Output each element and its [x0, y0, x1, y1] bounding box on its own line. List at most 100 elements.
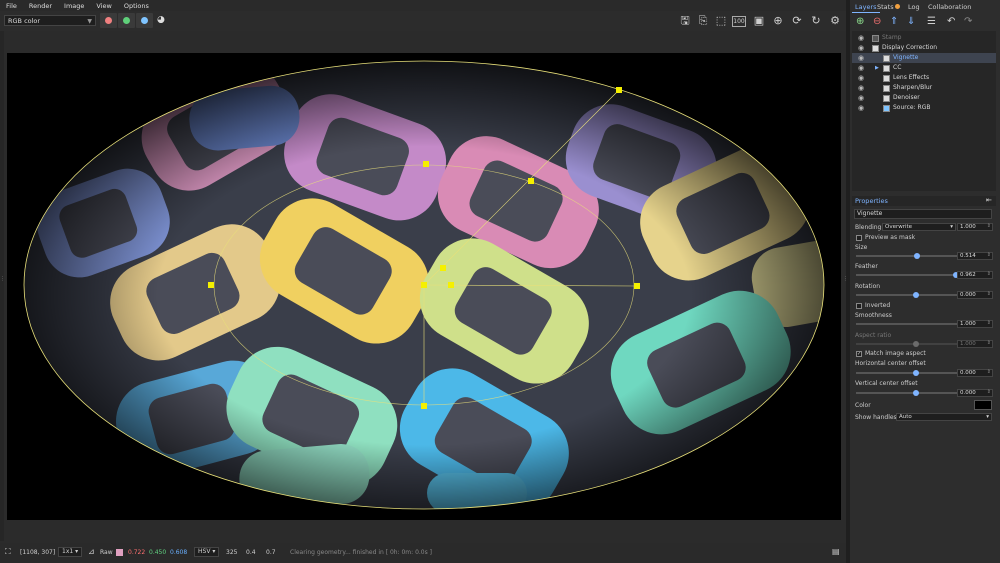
- voffset-field[interactable]: 0.000 ⇕: [957, 389, 993, 397]
- handles-select[interactable]: Auto ▾: [896, 413, 992, 421]
- fit-view-icon[interactable]: ⬚: [714, 14, 728, 28]
- layer-label: Source: RGB: [893, 104, 931, 111]
- feather-field[interactable]: 0.962 ⇕: [957, 271, 993, 279]
- inverted-checkbox[interactable]: [856, 303, 862, 309]
- slider-knob[interactable]: [913, 292, 919, 298]
- pin-icon[interactable]: ⇤: [986, 196, 992, 204]
- rotation-field[interactable]: 0.000 ⇕: [957, 291, 993, 299]
- slider-knob[interactable]: [913, 390, 919, 396]
- layer-row[interactable]: ◉ Display Correction: [852, 43, 996, 53]
- menu-image[interactable]: Image: [58, 2, 90, 10]
- handles-value: Auto: [899, 414, 912, 420]
- slider-knob[interactable]: [914, 253, 921, 259]
- menu-render[interactable]: Render: [23, 2, 58, 10]
- red-channel-button[interactable]: [100, 13, 117, 28]
- save-icon[interactable]: 🖫: [678, 14, 692, 28]
- add-layer-icon[interactable]: ⊕: [856, 16, 864, 27]
- spin-icon[interactable]: ⇕: [987, 271, 991, 277]
- layer-label: Vignette: [893, 54, 919, 61]
- match-aspect-label: Match image aspect: [865, 350, 926, 357]
- menu-view[interactable]: View: [90, 2, 117, 10]
- spin-icon[interactable]: ⇕: [987, 223, 991, 229]
- green-channel-button[interactable]: [118, 13, 135, 28]
- size-field[interactable]: 0.514 ⇕: [957, 252, 993, 260]
- aspect-field[interactable]: 1.000 ⇕: [957, 340, 993, 348]
- menu-options[interactable]: Options: [118, 2, 155, 10]
- spin-icon[interactable]: ⇕: [987, 389, 991, 395]
- smoothness-field[interactable]: 1.000 ⇕: [957, 320, 993, 328]
- hoffset-label: Horizontal center offset: [855, 360, 926, 367]
- layer-row[interactable]: ◉ Vignette: [852, 53, 996, 63]
- layer-row[interactable]: ◉ Denoiser: [852, 93, 996, 103]
- scale-select[interactable]: 1x1 ▾: [58, 547, 83, 557]
- blending-amount-field[interactable]: 1.000 ⇕: [957, 223, 993, 231]
- pick-icon[interactable]: ⛶: [5, 547, 11, 557]
- smoothness-label: Smoothness: [855, 312, 892, 319]
- panel-toggle-icon[interactable]: ▤: [832, 547, 840, 556]
- layer-label: Denoiser: [893, 94, 920, 101]
- eye-icon[interactable]: ◉: [858, 53, 864, 63]
- left-dock-grip-icon[interactable]: ⋮: [0, 276, 5, 282]
- move-down-icon[interactable]: ⇓: [907, 16, 915, 27]
- spin-icon[interactable]: ⇕: [987, 291, 991, 297]
- layer-label: Sharpen/Blur: [893, 84, 933, 91]
- layer-list-icon[interactable]: ☰: [927, 16, 936, 27]
- layer-name-field[interactable]: Vignette: [854, 209, 992, 219]
- eye-icon[interactable]: ◉: [858, 83, 864, 93]
- tab-stats[interactable]: Stats: [874, 2, 897, 12]
- aspect-value: 1.000: [960, 341, 976, 347]
- cursor-coords: [1108, 307]: [20, 549, 56, 556]
- move-up-icon[interactable]: ⇑: [890, 16, 898, 27]
- value-value: 0.7: [266, 549, 276, 556]
- zoom-100-icon[interactable]: 100: [732, 16, 746, 27]
- menu-file[interactable]: File: [0, 2, 23, 10]
- layer-row[interactable]: ◉ Sharpen/Blur: [852, 83, 996, 93]
- eye-icon[interactable]: ◉: [858, 93, 864, 103]
- slider-knob[interactable]: [913, 370, 919, 376]
- color-mode-select[interactable]: RGB color ▼: [4, 15, 96, 26]
- spin-icon[interactable]: ⇕: [987, 252, 991, 258]
- match-aspect-checkbox[interactable]: ✓: [856, 351, 862, 357]
- undo-icon[interactable]: ↶: [947, 16, 955, 27]
- eye-icon[interactable]: ◉: [858, 43, 864, 53]
- redo-icon[interactable]: ↷: [964, 16, 972, 27]
- spin-icon[interactable]: ⇕: [987, 340, 991, 346]
- refresh-icon[interactable]: ↻: [809, 14, 823, 28]
- source-icon: [883, 105, 890, 112]
- tab-log[interactable]: Log: [905, 2, 923, 12]
- spin-icon[interactable]: ⇕: [987, 320, 991, 326]
- layer-row[interactable]: ◉ Lens Effects: [852, 73, 996, 83]
- tab-collaboration[interactable]: Collaboration: [925, 2, 974, 12]
- eye-icon[interactable]: ◉: [858, 63, 864, 73]
- settings-icon[interactable]: ⚙: [828, 14, 842, 28]
- render-canvas[interactable]: [7, 53, 841, 520]
- eye-icon[interactable]: ◉: [858, 103, 864, 113]
- zoom-to-fit-icon[interactable]: ▣: [752, 14, 766, 28]
- color-picker-icon[interactable]: ◕: [157, 15, 167, 25]
- voffset-label: Vertical center offset: [855, 380, 918, 387]
- size-label: Size: [855, 244, 868, 251]
- chevron-down-icon: ▼: [87, 18, 92, 25]
- vignette-layer-icon: [883, 55, 890, 62]
- export-icon[interactable]: ⎘: [696, 14, 710, 28]
- eye-icon[interactable]: ◉: [858, 73, 864, 83]
- preview-mask-checkbox[interactable]: [856, 235, 862, 241]
- expand-arrow-icon[interactable]: ▶: [875, 63, 879, 73]
- feather-label: Feather: [855, 263, 878, 270]
- slider-knob[interactable]: [913, 341, 919, 347]
- zoom-in-icon[interactable]: ⊕: [771, 14, 785, 28]
- blue-channel-button[interactable]: [136, 13, 153, 28]
- layer-row[interactable]: ◉ Stamp: [852, 33, 996, 43]
- rotate-icon[interactable]: ⟳: [790, 14, 804, 28]
- color-sample-icon[interactable]: ⊿: [88, 547, 95, 556]
- vignette-color-swatch[interactable]: [974, 400, 992, 410]
- eye-icon[interactable]: ◉: [858, 33, 864, 43]
- layer-row[interactable]: ◉ ▶ CC: [852, 63, 996, 73]
- color-model-select[interactable]: HSV ▾: [194, 547, 220, 557]
- layer-row[interactable]: ◉ Source: RGB: [852, 103, 996, 113]
- blending-select[interactable]: Overwrite ▾: [882, 223, 956, 231]
- hoffset-field[interactable]: 0.000 ⇕: [957, 369, 993, 377]
- remove-layer-icon[interactable]: ⊖: [873, 16, 881, 27]
- spin-icon[interactable]: ⇕: [987, 369, 991, 375]
- chevron-down-icon: ▾: [986, 414, 989, 420]
